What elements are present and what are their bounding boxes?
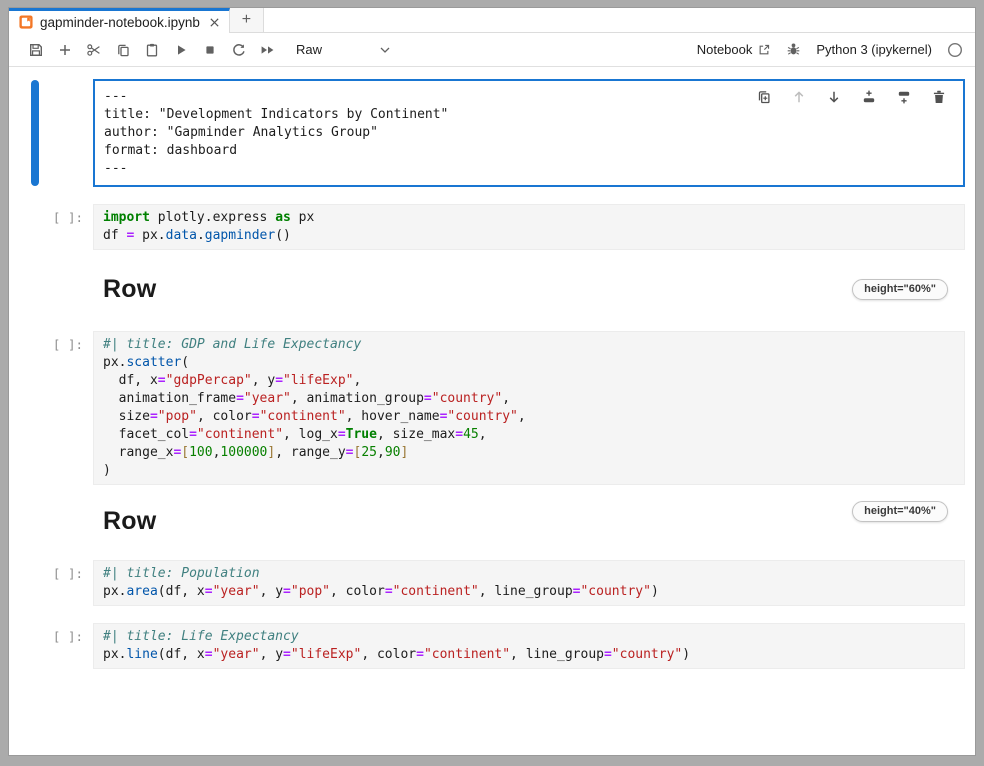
notebook-link-label: Notebook xyxy=(697,42,753,57)
plus-icon xyxy=(57,42,73,58)
code-lines: #| title: Populationpx.area(df, x="year"… xyxy=(103,565,955,601)
interrupt-kernel-button[interactable] xyxy=(195,37,224,63)
clipboard-icon xyxy=(144,42,160,58)
insert-cell-above-button[interactable] xyxy=(860,88,878,106)
move-cell-up-button[interactable] xyxy=(790,88,808,106)
close-icon[interactable] xyxy=(209,17,220,28)
raw-cell-frontmatter: ---title: "Development Indicators by Con… xyxy=(9,79,975,187)
fast-forward-icon xyxy=(259,42,276,58)
notebook-panel: ---title: "Development Indicators by Con… xyxy=(9,67,975,755)
code-cell-editor[interactable]: #| title: GDP and Life Expectancypx.scat… xyxy=(93,331,965,485)
jupyterlab-window: gapminder-notebook.ipynb + xyxy=(8,7,976,756)
window-frame: gapminder-notebook.ipynb + xyxy=(0,0,984,766)
code-lines: #| title: Life Expectancypx.line(df, x="… xyxy=(103,628,955,664)
code-cell-line: [ ]: #| title: Life Expectancypx.line(df… xyxy=(9,623,975,669)
code-cell-area: [ ]: #| title: Populationpx.area(df, x="… xyxy=(9,560,975,606)
kernel-status-icon xyxy=(947,42,963,58)
cut-cells-button[interactable] xyxy=(79,37,108,63)
bug-icon xyxy=(786,42,801,57)
save-icon xyxy=(28,42,44,58)
code-cell-imports: [ ]: import plotly.express as pxdf = px.… xyxy=(9,204,975,250)
active-cell-collapser[interactable] xyxy=(31,80,39,186)
height-badge: height="40%" xyxy=(852,501,948,522)
heading-text: Row xyxy=(103,507,156,536)
cell-type-dropdown[interactable]: Raw xyxy=(292,40,394,59)
markdown-heading-row-2: Row height="40%" xyxy=(93,507,965,536)
code-lines: #| title: GDP and Life Expectancypx.scat… xyxy=(103,336,955,480)
open-in-notebook-button[interactable]: Notebook xyxy=(697,42,772,57)
external-link-icon xyxy=(757,43,771,57)
duplicate-cell-button[interactable] xyxy=(755,88,773,106)
toolbar-right: Notebook Python 3 (ipykernel) xyxy=(697,42,963,58)
notebook-file-icon xyxy=(19,15,33,29)
cell-prompt: [ ]: xyxy=(9,331,93,485)
tab-bar: gapminder-notebook.ipynb + xyxy=(9,8,975,33)
save-button[interactable] xyxy=(21,37,50,63)
paste-cells-button[interactable] xyxy=(137,37,166,63)
delete-cell-button[interactable] xyxy=(930,88,948,106)
insert-below-icon xyxy=(896,89,912,105)
trash-icon xyxy=(931,89,947,105)
tab-notebook[interactable]: gapminder-notebook.ipynb xyxy=(9,8,230,33)
cell-prompt: [ ]: xyxy=(9,623,93,669)
code-cell-editor[interactable]: #| title: Life Expectancypx.line(df, x="… xyxy=(93,623,965,669)
plus-icon: + xyxy=(242,11,251,29)
play-icon xyxy=(173,42,189,58)
move-cell-down-button[interactable] xyxy=(825,88,843,106)
new-tab-button[interactable]: + xyxy=(230,8,264,32)
heading-text: Row xyxy=(103,275,156,304)
copy-icon xyxy=(115,42,131,58)
restart-run-all-button[interactable] xyxy=(253,37,282,63)
raw-cell-editor[interactable]: ---title: "Development Indicators by Con… xyxy=(93,79,965,187)
cell-type-value: Raw xyxy=(296,42,322,57)
tab-title: gapminder-notebook.ipynb xyxy=(40,15,200,30)
scissors-icon xyxy=(86,42,102,58)
height-badge: height="60%" xyxy=(852,279,948,300)
code-cell-editor[interactable]: import plotly.express as pxdf = px.data.… xyxy=(93,204,965,250)
cell-prompt xyxy=(9,79,93,187)
code-cell-editor[interactable]: #| title: Populationpx.area(df, x="year"… xyxy=(93,560,965,606)
debugger-button[interactable] xyxy=(786,42,801,57)
run-cell-button[interactable] xyxy=(166,37,195,63)
restart-kernel-button[interactable] xyxy=(224,37,253,63)
copy-cells-button[interactable] xyxy=(108,37,137,63)
code-lines: import plotly.express as pxdf = px.data.… xyxy=(103,209,955,245)
insert-above-icon xyxy=(861,89,877,105)
chevron-down-icon xyxy=(380,47,390,53)
cell-prompt: [ ]: xyxy=(9,204,93,250)
insert-cell-below-button[interactable] xyxy=(895,88,913,106)
notebook-toolbar: Raw Notebook Python 3 xyxy=(9,33,975,67)
code-cell-scatter: [ ]: #| title: GDP and Life Expectancypx… xyxy=(9,331,975,485)
markdown-heading-row-1: Row height="60%" xyxy=(93,275,965,304)
arrow-up-icon xyxy=(791,89,807,105)
cell-toolbar xyxy=(755,88,948,106)
add-cell-button[interactable] xyxy=(50,37,79,63)
cell-prompt: [ ]: xyxy=(9,560,93,606)
stop-icon xyxy=(202,42,218,58)
arrow-down-icon xyxy=(826,89,842,105)
duplicate-cell-icon xyxy=(756,89,772,105)
kernel-name[interactable]: Python 3 (ipykernel) xyxy=(816,42,932,57)
restart-icon xyxy=(231,42,247,58)
